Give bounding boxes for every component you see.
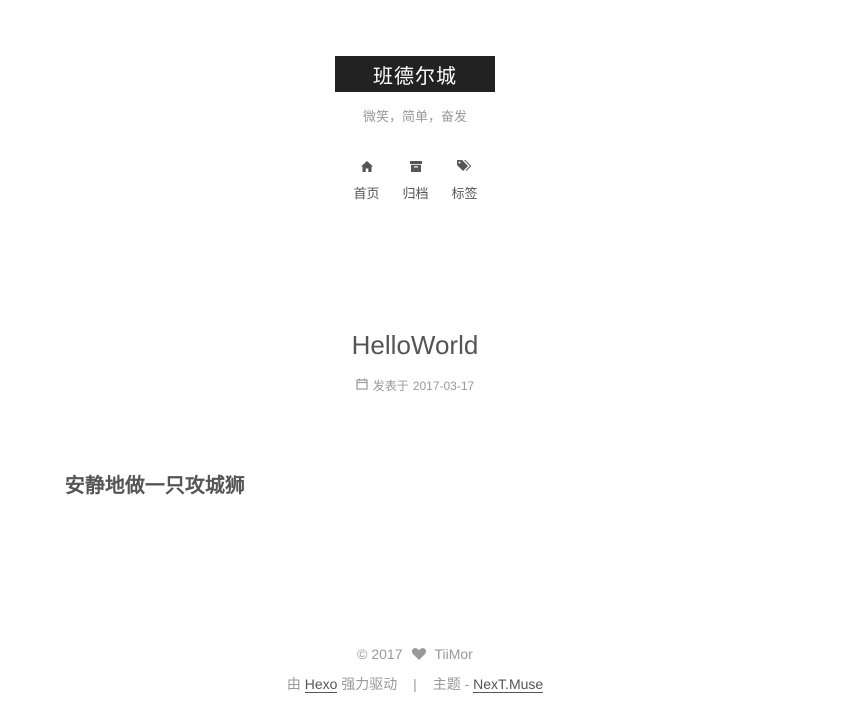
footer-powered: 由 Hexo 强力驱动 | 主题 - NexT.Muse [0, 674, 830, 694]
site-title-box[interactable]: 班德尔城 [335, 56, 495, 92]
heart-icon [412, 648, 427, 660]
copyright-text: © 2017 [357, 646, 403, 662]
post-meta: 发表于 2017-03-17 [0, 377, 830, 394]
menu-item-label: 归档 [402, 186, 429, 201]
site-subtitle: 微笑，简单，奋发 [362, 109, 467, 124]
footer-separator: | [413, 676, 417, 692]
footer-copyright: © 2017 TiiMor [0, 646, 830, 662]
tags-icon [457, 158, 472, 174]
menu-item-label: 首页 [353, 186, 380, 201]
theme-link[interactable]: NexT.Muse [473, 676, 544, 693]
hexo-link[interactable]: Hexo [304, 676, 338, 693]
archive-icon [409, 158, 422, 174]
powered-prefix: 由 [286, 676, 301, 692]
menu-item-tags[interactable]: 标签 [440, 158, 489, 202]
theme-prefix: 主题 - [432, 676, 470, 692]
footer-author: TiiMor [434, 646, 473, 662]
post-body-heading: 安静地做一只攻城狮 [65, 475, 245, 497]
post-title[interactable]: HelloWorld [0, 330, 830, 361]
menu-item-home[interactable]: 首页 [342, 158, 391, 202]
menu-item-archive[interactable]: 归档 [391, 158, 440, 202]
home-icon [360, 158, 373, 174]
main-menu: 首页 归档 标签 [342, 158, 489, 202]
calendar-icon [356, 378, 373, 393]
post-meta-label: 发表于 [372, 379, 409, 393]
site-title[interactable]: 班德尔城 [373, 60, 457, 89]
powered-suffix: 强力驱动 [341, 676, 398, 692]
menu-item-label: 标签 [451, 186, 478, 201]
post-date: 2017-03-17 [412, 378, 475, 393]
